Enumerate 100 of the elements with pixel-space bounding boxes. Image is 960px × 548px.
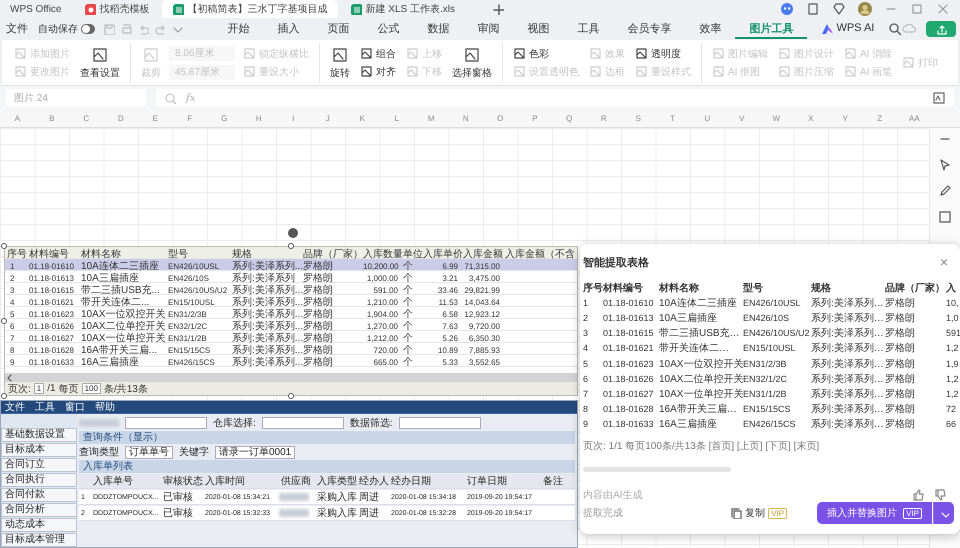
image-tool-icon <box>360 47 373 60</box>
page-field[interactable]: 1 <box>34 383 44 394</box>
table-cell-text: 1 <box>9 262 16 270</box>
resize-handle[interactable] <box>288 243 294 249</box>
search-icon[interactable] <box>888 22 902 36</box>
menu-tab[interactable]: 插入 <box>263 19 314 39</box>
menu-item[interactable]: 帮助 <box>95 401 115 414</box>
table-cell-text: 罗格朗 <box>885 418 916 431</box>
table-cell-text: 01.18-01623 <box>28 310 75 318</box>
dropdown-button[interactable] <box>933 502 954 524</box>
column-header: Y <box>842 113 849 125</box>
table-cell-text: 5.33 <box>441 358 459 366</box>
table-cell-text: 系列:美泽系列… <box>811 372 885 386</box>
share-button[interactable] <box>926 21 956 37</box>
column-header: T <box>669 113 676 125</box>
sidebar-item[interactable]: 目标成本管理 <box>1 533 77 547</box>
table-cell-text: 6,350.30 <box>468 334 501 342</box>
image-tool-icon <box>902 56 916 69</box>
autosave-toggle[interactable] <box>81 24 96 34</box>
resize-handle[interactable] <box>1 318 7 324</box>
close-button[interactable]: × <box>934 254 954 270</box>
ribbon-button[interactable]: 选择窗格 <box>450 46 494 80</box>
menu-tab[interactable]: 开始 <box>213 19 264 39</box>
sidebar-item[interactable]: 合同分析 <box>1 503 77 517</box>
dropdown-field[interactable] <box>262 417 344 429</box>
table-cell-text: 9 <box>583 418 590 429</box>
table-cell-text: 系列:美泽系列… <box>811 296 885 310</box>
table-cell-text: 带二三插USB充… <box>659 326 741 340</box>
autosave-label: 自动保存 <box>38 23 78 36</box>
document-tab[interactable]: 找稻壳模板 <box>74 0 160 18</box>
menu-tab[interactable]: WPS AI <box>807 19 888 39</box>
image-tool-icon <box>589 65 602 78</box>
image-tool-icon <box>712 47 725 60</box>
spreadsheet-icon <box>172 3 184 15</box>
input-field[interactable] <box>398 417 481 429</box>
dropdown-field[interactable]: 订单单号 <box>125 446 173 458</box>
column-header: K <box>358 113 366 125</box>
insert-replace-button[interactable]: 插入并替换图片 VIP <box>817 502 932 524</box>
menu-tab[interactable]: 审阅 <box>463 19 514 39</box>
table-cell-text: 罗格朗 <box>885 372 916 386</box>
add-tab-icon[interactable] <box>492 3 504 15</box>
per-page-field[interactable]: 100 <box>82 383 101 394</box>
menu-tab[interactable]: 会员专享 <box>613 19 686 39</box>
resize-handle[interactable] <box>1 243 7 249</box>
document-tab[interactable]: 【初稿简表】三水丁字基项目成 <box>162 0 338 18</box>
rotate-handle[interactable] <box>288 228 298 238</box>
table-cell-text: 01.18-01621 <box>28 298 75 306</box>
gem-icon[interactable] <box>832 2 846 16</box>
pen-icon[interactable] <box>938 184 952 198</box>
table-cell-text: 01.18-01626 <box>603 374 655 384</box>
sidebar-item[interactable]: 动态成本 <box>1 518 77 532</box>
menu-tab[interactable]: 公式 <box>363 19 414 39</box>
document-tab[interactable]: 新建 XLS 工作表.xls <box>340 0 490 18</box>
document-tab[interactable]: WPS Office <box>0 0 72 18</box>
shape-icon[interactable] <box>938 210 952 224</box>
column-header: 单位 <box>402 248 421 261</box>
column-header: 供应商 <box>280 474 312 488</box>
sidebar-item[interactable]: 目标成本 <box>1 443 77 457</box>
table-cell-text: 系列:美泽系列... <box>231 356 301 369</box>
status-text: 提取完成 <box>583 506 624 520</box>
file-menu[interactable]: 文件 <box>4 19 38 39</box>
ribbon-button[interactable]: 旋转 <box>328 46 352 80</box>
ribbon-button[interactable]: 色彩 <box>511 46 581 60</box>
menu-tab[interactable]: 页面 <box>313 19 364 39</box>
table-cell-text: 01.18-01615 <box>28 286 75 294</box>
menu-item[interactable]: 工具 <box>35 401 55 414</box>
table-cell-text: 71,315.00 <box>463 262 501 270</box>
input-field[interactable]: 请录一订单0001 <box>215 446 296 458</box>
menu-item[interactable]: 文件 <box>5 401 25 414</box>
table-cell-text: 66 <box>946 418 958 429</box>
sidebar-item[interactable]: 合同付款 <box>1 488 77 502</box>
resize-handle[interactable] <box>1 393 7 399</box>
sidebar-item[interactable]: 基础数据设置 <box>1 428 77 442</box>
image-tool-icon <box>14 47 27 60</box>
image-tool-icon <box>778 47 791 60</box>
ribbon-button[interactable]: 查看设置 <box>78 46 122 80</box>
ribbon-button[interactable]: 对齐 <box>358 64 398 78</box>
thumbs-down-icon[interactable] <box>934 488 948 502</box>
thumbs-up-icon[interactable] <box>912 488 926 502</box>
avatar-icon[interactable] <box>858 2 872 16</box>
menu-tab[interactable]: 工具 <box>563 19 614 39</box>
table-cell-text: 个 <box>402 272 414 285</box>
menu-tab[interactable]: 效率 <box>685 19 736 39</box>
image-tool-icon <box>331 46 349 64</box>
menu-tab[interactable]: 数据 <box>413 19 464 39</box>
ribbon-button[interactable]: 透明度 <box>633 46 693 60</box>
menu-tab[interactable]: 视图 <box>513 19 564 39</box>
scroll-left-icon[interactable] <box>5 373 14 382</box>
cursor-icon[interactable] <box>938 158 952 172</box>
table-cell-text: 3 <box>9 286 16 294</box>
function-icon[interactable] <box>932 91 946 105</box>
assistant-icon[interactable] <box>780 2 794 16</box>
window-icon[interactable] <box>806 2 820 16</box>
sidebar-item[interactable]: 合同执行 <box>1 473 77 487</box>
ribbon-button[interactable]: 组合 <box>358 46 398 60</box>
copy-button[interactable]: 复制 VIP <box>724 505 794 521</box>
dropdown-field[interactable] <box>125 417 207 429</box>
sidebar-item[interactable]: 合同订立 <box>1 458 77 472</box>
menu-item[interactable]: 窗口 <box>65 401 85 414</box>
column-header: W <box>771 113 782 125</box>
